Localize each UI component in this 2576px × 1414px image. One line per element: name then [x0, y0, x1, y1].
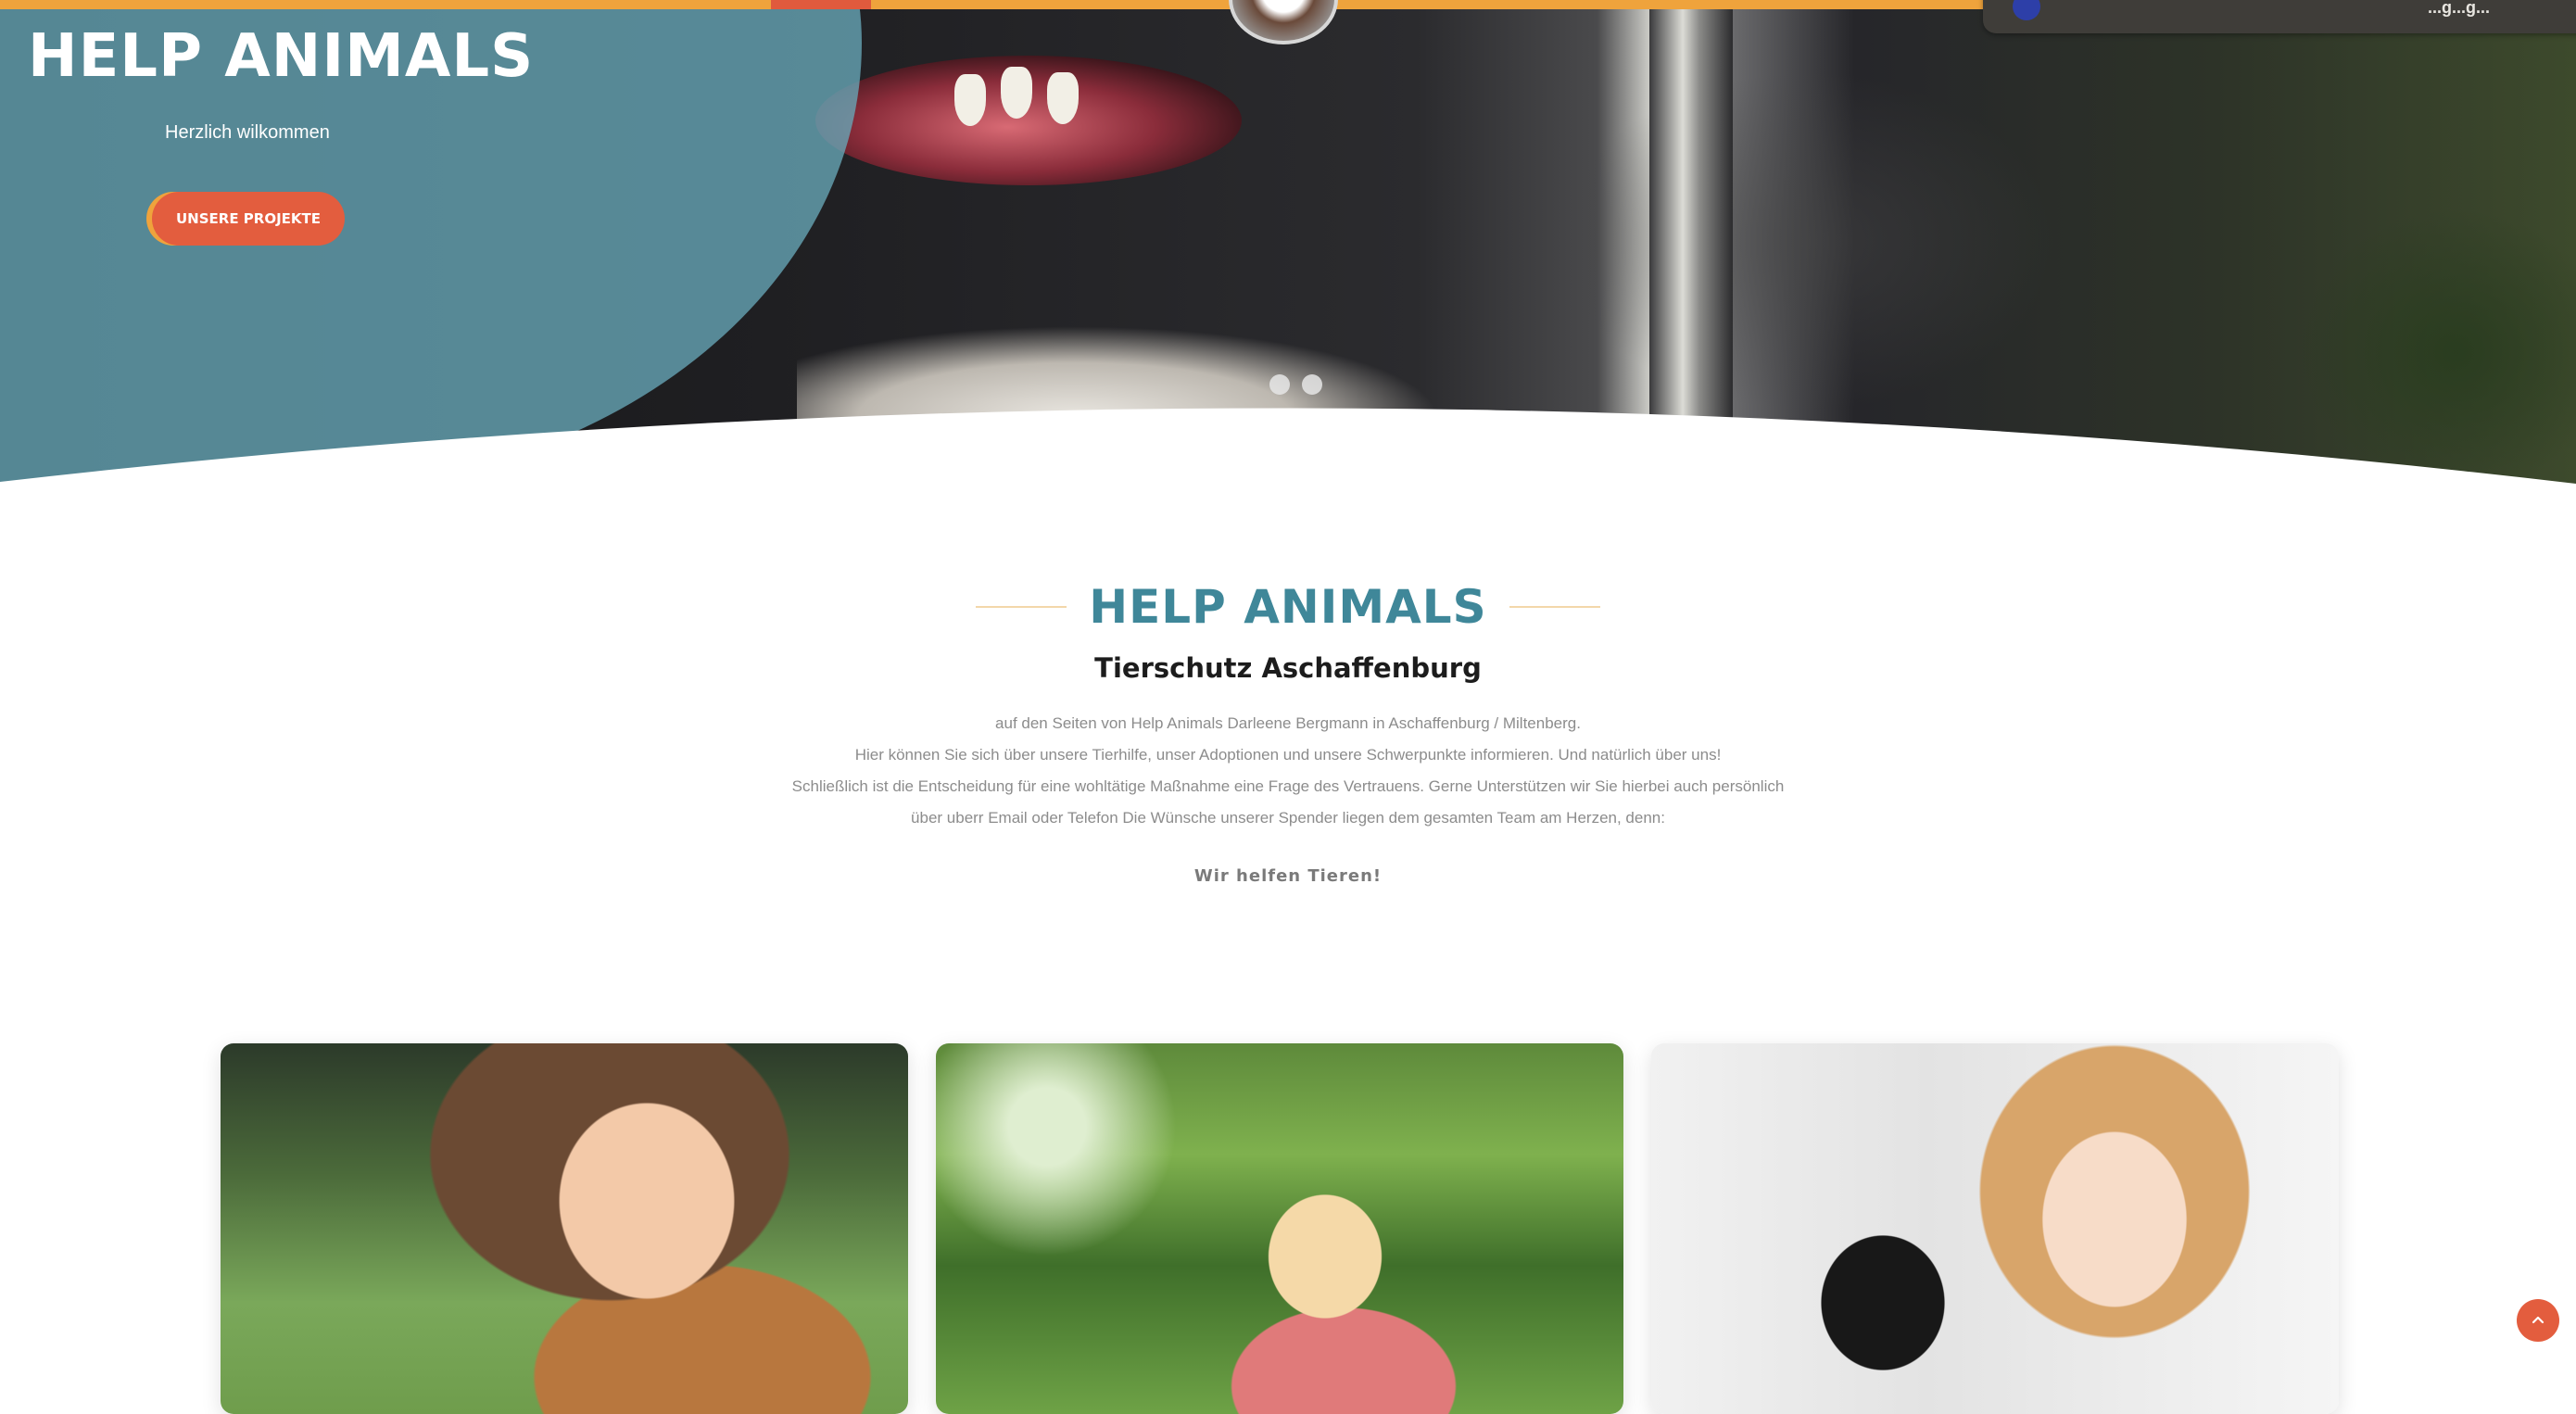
- notification-icon: [2013, 0, 2040, 20]
- intro-title: HELP ANIMALS: [1089, 580, 1487, 634]
- intro-heading: HELP ANIMALS: [0, 576, 2576, 638]
- our-projects-button[interactable]: UNSERE PROJEKTE: [152, 192, 345, 246]
- slider-dot-2[interactable]: [1302, 374, 1322, 395]
- notification-panel[interactable]: ...g...g...: [1983, 0, 2576, 33]
- intro-paragraph: auf den Seiten von Help Animals Darleene…: [723, 708, 1853, 834]
- heading-rule-right: [1509, 606, 1600, 608]
- hero-slider: HELP ANIMALS Herzlich wilkommen UNSERE P…: [0, 0, 2576, 491]
- top-accent-bar: [0, 0, 1983, 9]
- intro-line: auf den Seiten von Help Animals Darleene…: [995, 714, 1581, 732]
- top-accent-bar-segment: [771, 0, 871, 9]
- heading-rule-left: [976, 606, 1067, 608]
- card-child-in-grass[interactable]: [936, 1043, 1623, 1414]
- intro-line: Schließlich ist die Entscheidung für ein…: [791, 777, 1785, 795]
- hero-subtitle: Herzlich wilkommen: [165, 122, 330, 143]
- slider-dot-1[interactable]: [1269, 374, 1290, 395]
- intro-subtitle: Tierschutz Aschaffenburg: [1094, 652, 1482, 684]
- back-to-top-button[interactable]: [2517, 1299, 2559, 1342]
- intro-line: Hier können Sie sich über unsere Tierhil…: [854, 746, 1722, 764]
- intro-motto: Wir helfen Tieren!: [1193, 866, 1383, 886]
- intro-line: über uberr Email oder Telefon Die Wünsch…: [911, 809, 1665, 827]
- card-girl-with-dog[interactable]: [221, 1043, 908, 1414]
- hero-title: HELP ANIMALS: [28, 22, 535, 91]
- chevron-up-icon: [2532, 1316, 2544, 1324]
- notification-text: ...g...g...: [2428, 0, 2490, 17]
- card-girl-with-rabbit[interactable]: [1651, 1043, 2339, 1414]
